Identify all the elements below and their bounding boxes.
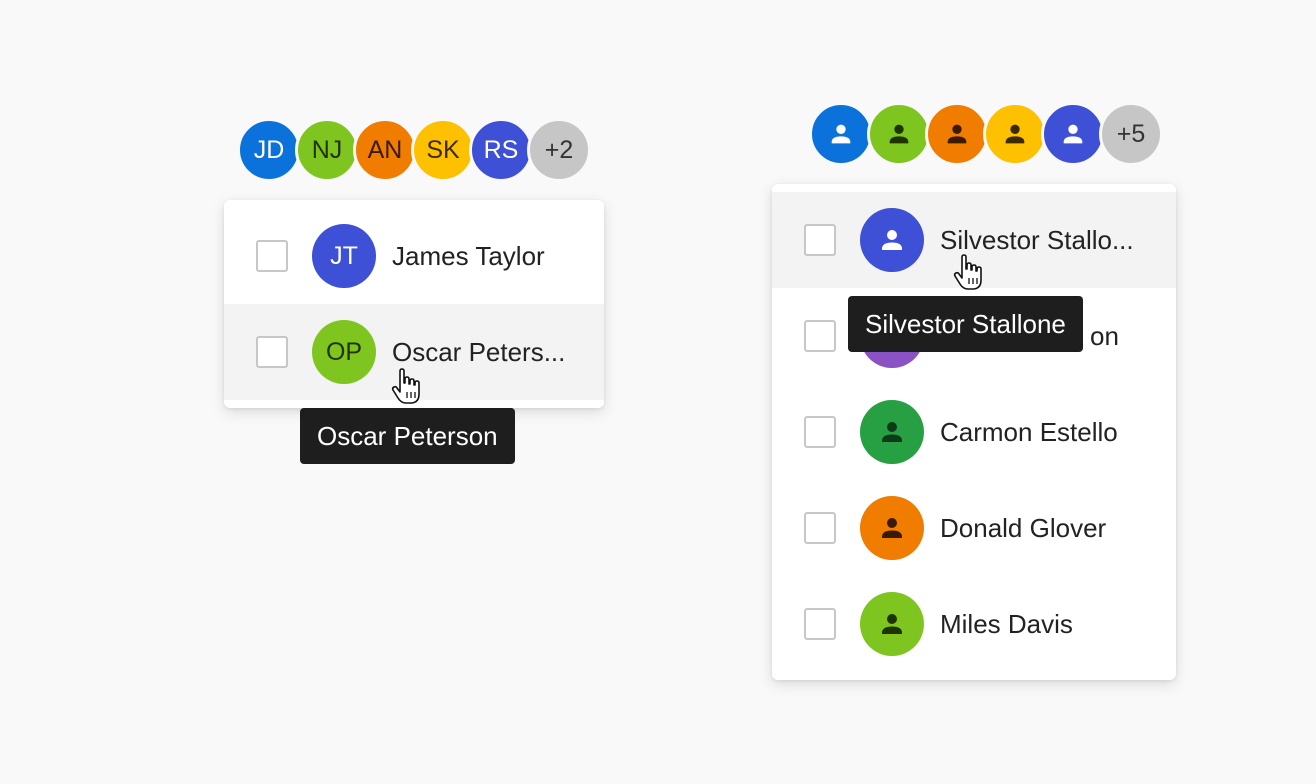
overflow-count: +2 [544, 135, 574, 164]
avatar-stack-icons: +5 [809, 102, 1163, 166]
tooltip-full-name: Oscar Peterson [300, 408, 515, 464]
avatar-overflow-count[interactable]: +2 [527, 118, 591, 182]
avatar-an[interactable]: AN [353, 118, 417, 182]
avatar-initials: SK [426, 135, 460, 164]
checkbox[interactable] [804, 224, 836, 256]
avatar [860, 496, 924, 560]
avatar-initials: OP [325, 337, 363, 366]
list-item-carmon-estello[interactable]: Carmon Estello [772, 384, 1176, 480]
avatar: OP [312, 320, 376, 384]
person-icon [1005, 124, 1025, 144]
avatar-initials: AN [367, 135, 403, 164]
member-name: Miles Davis [940, 609, 1073, 639]
person-icon [1063, 124, 1083, 144]
hand-pointer-cursor-icon [391, 368, 420, 404]
avatar-person-4[interactable] [983, 102, 1047, 166]
avatar-jd[interactable]: JD [237, 118, 301, 182]
avatar-nj[interactable]: NJ [295, 118, 359, 182]
checkbox[interactable] [804, 320, 836, 352]
overflow-count: +5 [1116, 119, 1146, 148]
hand-pointer-cursor-icon [953, 254, 982, 290]
avatar-person-3[interactable] [925, 102, 989, 166]
person-icon [882, 422, 902, 442]
checkbox[interactable] [804, 416, 836, 448]
avatar-overflow-count[interactable]: +5 [1099, 102, 1163, 166]
person-icon [889, 124, 909, 144]
list-item-james-taylor[interactable]: JT James Taylor [224, 208, 604, 304]
checkbox[interactable] [256, 240, 288, 272]
person-icon [947, 124, 967, 144]
person-icon [882, 614, 902, 634]
checkbox[interactable] [804, 512, 836, 544]
person-icon [882, 230, 902, 250]
list-item-donald-glover[interactable]: Donald Glover [772, 480, 1176, 576]
member-name: Carmon Estello [940, 417, 1118, 447]
list-item-miles-davis[interactable]: Miles Davis [772, 576, 1176, 672]
avatar-person-1[interactable] [809, 102, 873, 166]
avatar-stack-initials: JD NJ AN SK RS +2 [237, 118, 591, 182]
checkbox[interactable] [804, 608, 836, 640]
avatar-person-2[interactable] [867, 102, 931, 166]
avatar [860, 400, 924, 464]
checkbox[interactable] [256, 336, 288, 368]
avatar-initials: RS [483, 135, 519, 164]
avatar [860, 592, 924, 656]
person-icon [831, 124, 851, 144]
avatar-rs[interactable]: RS [469, 118, 533, 182]
avatar-person-5[interactable] [1041, 102, 1105, 166]
avatar-initials: NJ [311, 135, 343, 164]
person-icon [882, 518, 902, 538]
avatar-initials: JT [330, 241, 358, 270]
avatar-sk[interactable]: SK [411, 118, 475, 182]
member-name: James Taylor [392, 241, 545, 271]
member-name: on [1090, 321, 1119, 351]
avatar [860, 208, 924, 272]
member-name: Donald Glover [940, 513, 1107, 543]
avatar: JT [312, 224, 376, 288]
tooltip-full-name: Silvestor Stallone [848, 296, 1083, 352]
avatar-initials: JD [253, 135, 285, 164]
